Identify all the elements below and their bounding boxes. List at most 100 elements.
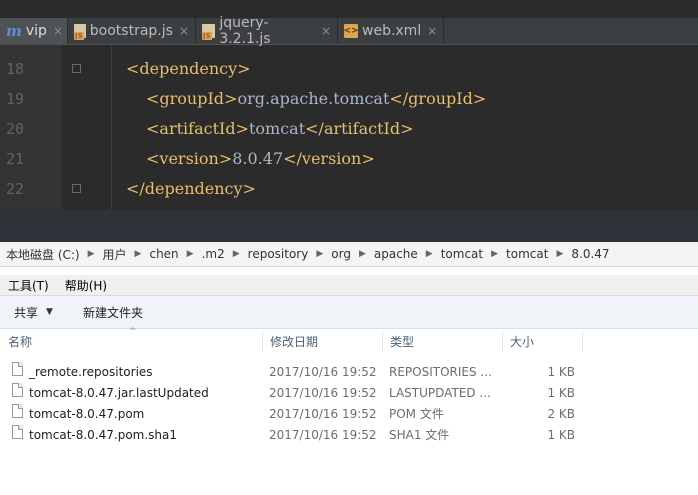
maven-m-icon: m <box>6 22 22 40</box>
file-modified: 2017/10/16 19:52 <box>269 386 377 400</box>
code-text: <groupId>org.apache.tomcat</groupId> <box>146 84 486 114</box>
menu-bar: 工具(T) 帮助(H) <box>0 275 698 296</box>
file-size: 1 KB <box>547 365 575 379</box>
xml-tag: </artifactId> <box>305 119 414 138</box>
breadcrumb-item[interactable]: apache <box>368 247 424 261</box>
code-text: <dependency> <box>126 54 251 84</box>
column-modified[interactable]: 修改日期 <box>262 330 382 354</box>
tab-label: web.xml <box>362 23 422 39</box>
close-icon[interactable]: × <box>53 24 63 38</box>
xml-tag: <groupId> <box>146 89 238 108</box>
code-line[interactable]: 20 <artifactId>tomcat</artifactId> <box>0 114 698 144</box>
column-header-row: ^ 名称 修改日期 类型 大小 <box>0 327 698 354</box>
file-icon <box>12 404 23 418</box>
code-line[interactable]: 21 <version>8.0.47</version> <box>0 144 698 174</box>
breadcrumb-item[interactable]: tomcat <box>500 247 554 261</box>
breadcrumb-item[interactable]: 本地磁盘 (C:) <box>0 246 86 263</box>
share-label: 共享 <box>14 305 39 320</box>
menu-tools[interactable]: 工具(T) <box>0 277 57 294</box>
js-file-icon <box>74 24 86 40</box>
file-size: 1 KB <box>547 428 575 442</box>
line-number: 19 <box>5 90 24 108</box>
tab-jquery-js[interactable]: jquery-3.2.1.js × <box>196 15 338 47</box>
xml-file-icon: <> <box>343 24 359 38</box>
file-type: POM 文件 <box>389 407 444 421</box>
xml-tag: </groupId> <box>389 89 487 108</box>
file-name: tomcat-8.0.47.pom.sha1 <box>29 428 178 442</box>
line-number: 22 <box>5 180 24 198</box>
column-type[interactable]: 类型 <box>382 330 502 354</box>
breadcrumb-item[interactable]: repository <box>242 247 315 261</box>
editor-tab-bar: m vip × bootstrap.js × jquery-3.2.1.js ×… <box>0 15 698 47</box>
xml-tag: </dependency> <box>126 179 256 198</box>
column-name[interactable]: 名称 <box>0 330 262 354</box>
breadcrumb-item[interactable]: org <box>325 247 357 261</box>
tab-label: vip <box>25 23 47 39</box>
file-name: tomcat-8.0.47.pom <box>29 407 145 421</box>
column-divider[interactable] <box>582 332 583 352</box>
tab-vip[interactable]: m vip × <box>0 18 68 44</box>
xml-tag: </version> <box>283 149 375 168</box>
fold-marker-icon[interactable] <box>72 184 81 193</box>
breadcrumb[interactable]: 本地磁盘 (C:) ▶ 用户 ▶ chen ▶ .m2 ▶ repository ▶ or… <box>0 242 698 267</box>
chevron-right-icon[interactable]: ▶ <box>554 249 565 259</box>
line-number: 21 <box>5 150 24 168</box>
file-type: SHA1 文件 <box>389 428 450 442</box>
close-icon[interactable]: × <box>179 24 189 38</box>
new-folder-button[interactable]: 新建文件夹 <box>69 304 157 321</box>
file-name: tomcat-8.0.47.jar.lastUpdated <box>29 386 209 400</box>
file-size: 2 KB <box>547 407 575 421</box>
xml-value: 8.0.47 <box>232 149 284 168</box>
js-file-icon <box>202 24 216 40</box>
breadcrumb-item[interactable]: .m2 <box>196 247 231 261</box>
menu-help[interactable]: 帮助(H) <box>57 277 115 294</box>
file-row[interactable]: tomcat-8.0.47.pom 2017/10/16 19:52 POM 文… <box>0 404 698 425</box>
breadcrumb-item[interactable]: tomcat <box>435 247 489 261</box>
breadcrumb-item[interactable]: 8.0.47 <box>565 247 615 261</box>
breadcrumb-item[interactable]: 用户 <box>97 246 133 263</box>
file-row[interactable]: _remote.repositories 2017/10/16 19:52 RE… <box>0 362 698 383</box>
chevron-right-icon[interactable]: ▶ <box>86 249 97 259</box>
file-modified: 2017/10/16 19:52 <box>269 407 377 421</box>
close-icon[interactable]: × <box>321 24 331 38</box>
file-icon <box>12 383 23 397</box>
file-type: REPOSITORIES ... <box>389 365 492 379</box>
close-icon[interactable]: × <box>427 24 437 38</box>
code-line[interactable]: 22 </dependency> <box>0 174 698 204</box>
tab-bootstrap-js[interactable]: bootstrap.js × <box>68 18 196 44</box>
chevron-right-icon[interactable]: ▶ <box>185 249 196 259</box>
chevron-right-icon[interactable]: ▶ <box>357 249 368 259</box>
share-button[interactable]: 共享 ▼ <box>0 304 67 321</box>
file-type: LASTUPDATED ... <box>389 386 491 400</box>
line-number: 18 <box>5 60 24 78</box>
xml-tag: <artifactId> <box>146 119 249 138</box>
file-modified: 2017/10/16 19:52 <box>269 365 377 379</box>
line-number: 20 <box>5 120 24 138</box>
chevron-right-icon[interactable]: ▶ <box>314 249 325 259</box>
code-line[interactable]: 18 <dependency> <box>0 54 698 84</box>
command-bar: 共享 ▼ 新建文件夹 <box>0 296 698 329</box>
window-gap <box>0 210 698 242</box>
code-text: </dependency> <box>126 174 256 204</box>
chevron-right-icon[interactable]: ▶ <box>489 249 500 259</box>
tab-web-xml[interactable]: <> web.xml × <box>338 18 444 44</box>
file-icon <box>12 362 23 376</box>
file-row[interactable]: tomcat-8.0.47.jar.lastUpdated 2017/10/16… <box>0 383 698 404</box>
xml-value: tomcat <box>248 119 306 138</box>
chevron-right-icon[interactable]: ▶ <box>231 249 242 259</box>
code-editor: m vip × bootstrap.js × jquery-3.2.1.js ×… <box>0 0 698 210</box>
tab-label: jquery-3.2.1.js <box>219 15 271 47</box>
file-icon <box>12 425 23 439</box>
xml-value: org.apache.tomcat <box>237 89 390 108</box>
chevron-right-icon[interactable]: ▶ <box>424 249 435 259</box>
code-line[interactable]: 19 <groupId>org.apache.tomcat</groupId> <box>0 84 698 114</box>
fold-marker-icon[interactable] <box>72 64 81 73</box>
chevron-down-icon: ▼ <box>46 307 53 317</box>
file-size: 1 KB <box>547 386 575 400</box>
breadcrumb-item[interactable]: chen <box>143 247 184 261</box>
chevron-right-icon[interactable]: ▶ <box>133 249 144 259</box>
code-text: <artifactId>tomcat</artifactId> <box>146 114 414 144</box>
file-name: _remote.repositories <box>29 365 153 379</box>
file-row[interactable]: tomcat-8.0.47.pom.sha1 2017/10/16 19:52 … <box>0 425 698 446</box>
column-size[interactable]: 大小 <box>502 330 582 354</box>
